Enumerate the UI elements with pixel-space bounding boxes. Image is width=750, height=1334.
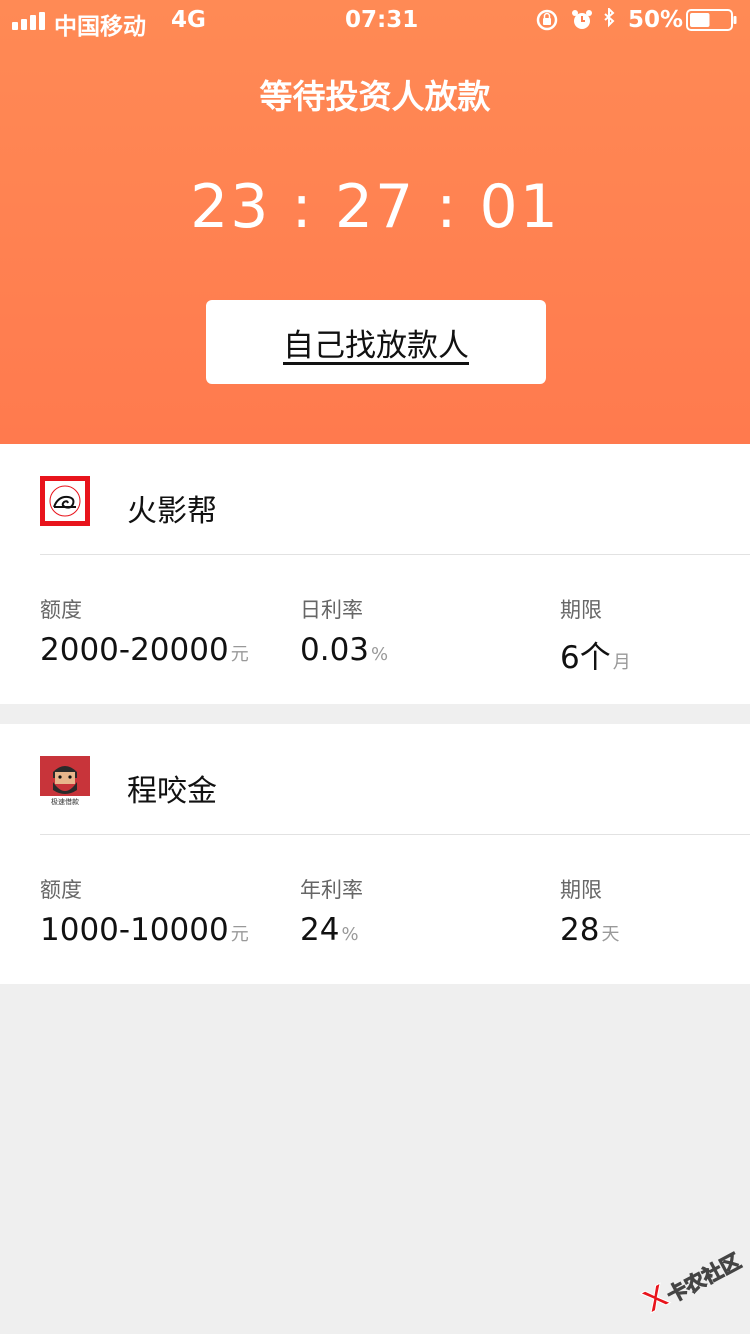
logo-caption: 极速借款 (51, 797, 79, 806)
signal-strength-icon (12, 12, 45, 30)
network-type: 4G (171, 7, 206, 33)
watermark: 卡农社区 (632, 1233, 750, 1334)
term-stat: 期限 6个月 (560, 594, 631, 677)
page-title: 等待投资人放款 (259, 77, 491, 116)
limit-stat: 额度 2000-20000 元 (40, 594, 249, 668)
stat-label: 期限 (560, 598, 602, 622)
stat-value: 1000-10000 (40, 912, 229, 948)
stat-unit: 月 (612, 652, 631, 673)
rotation-lock-icon (536, 9, 558, 31)
lender-name: 火影帮 (127, 494, 217, 529)
stat-label: 额度 (40, 598, 82, 622)
stat-value: 24 (300, 912, 340, 948)
stat-unit: % (371, 644, 389, 665)
battery-percent: 50% (628, 7, 684, 33)
header: 中国移动 4G 07:31 50% 等待投资人放款 23: 27: 01 自… (0, 0, 750, 444)
bearded-man-avatar-icon: 极速借款 (40, 756, 90, 806)
stat-unit: % (341, 924, 359, 945)
bluetooth-icon (604, 8, 615, 28)
stat-label: 额度 (40, 878, 82, 902)
battery-icon (686, 9, 737, 31)
leaf-swirl-icon (40, 476, 90, 526)
term-stat: 期限 28 天 (560, 874, 619, 948)
divider (40, 554, 750, 555)
find-lender-button[interactable]: 自己找放款人 (206, 300, 546, 384)
stat-unit: 元 (230, 644, 249, 665)
alarm-icon (572, 10, 592, 29)
lender-name: 程咬金 (127, 774, 217, 809)
status-icons (536, 8, 615, 31)
stat-label: 期限 (560, 878, 602, 902)
stat-value: 28 (560, 912, 600, 948)
countdown-timer: 23 : 27 : 01 (190, 172, 560, 242)
clock: 07:31 (345, 7, 419, 33)
divider (40, 834, 750, 835)
stat-value: 6个 (560, 640, 611, 676)
lender-card[interactable]: 火影帮 额度 2000-20000 元 日利率 0.03% 期限 6个月 (0, 444, 750, 704)
stat-value: 0.03 (300, 632, 370, 668)
rate-stat: 日利率 0.03% (300, 594, 388, 668)
stat-label: 日利率 (300, 598, 363, 622)
stat-value: 2000-20000 (40, 632, 229, 668)
stat-label: 年利率 (300, 878, 363, 902)
status-bar: 中国移动 4G 07:31 50% (0, 0, 750, 40)
stat-unit: 元 (230, 924, 249, 945)
rate-stat: 年利率 24% (300, 874, 363, 948)
carrier-name: 中国移动 (54, 14, 146, 40)
stat-unit: 天 (601, 924, 620, 945)
limit-stat: 额度 1000-10000 元 (40, 874, 249, 948)
lender-card[interactable]: 极速借款 程咬金 额度 1000-10000 元 年利率 24% 期限 28 天 (0, 724, 750, 984)
watermark-text: 卡农社区 (662, 1248, 745, 1308)
